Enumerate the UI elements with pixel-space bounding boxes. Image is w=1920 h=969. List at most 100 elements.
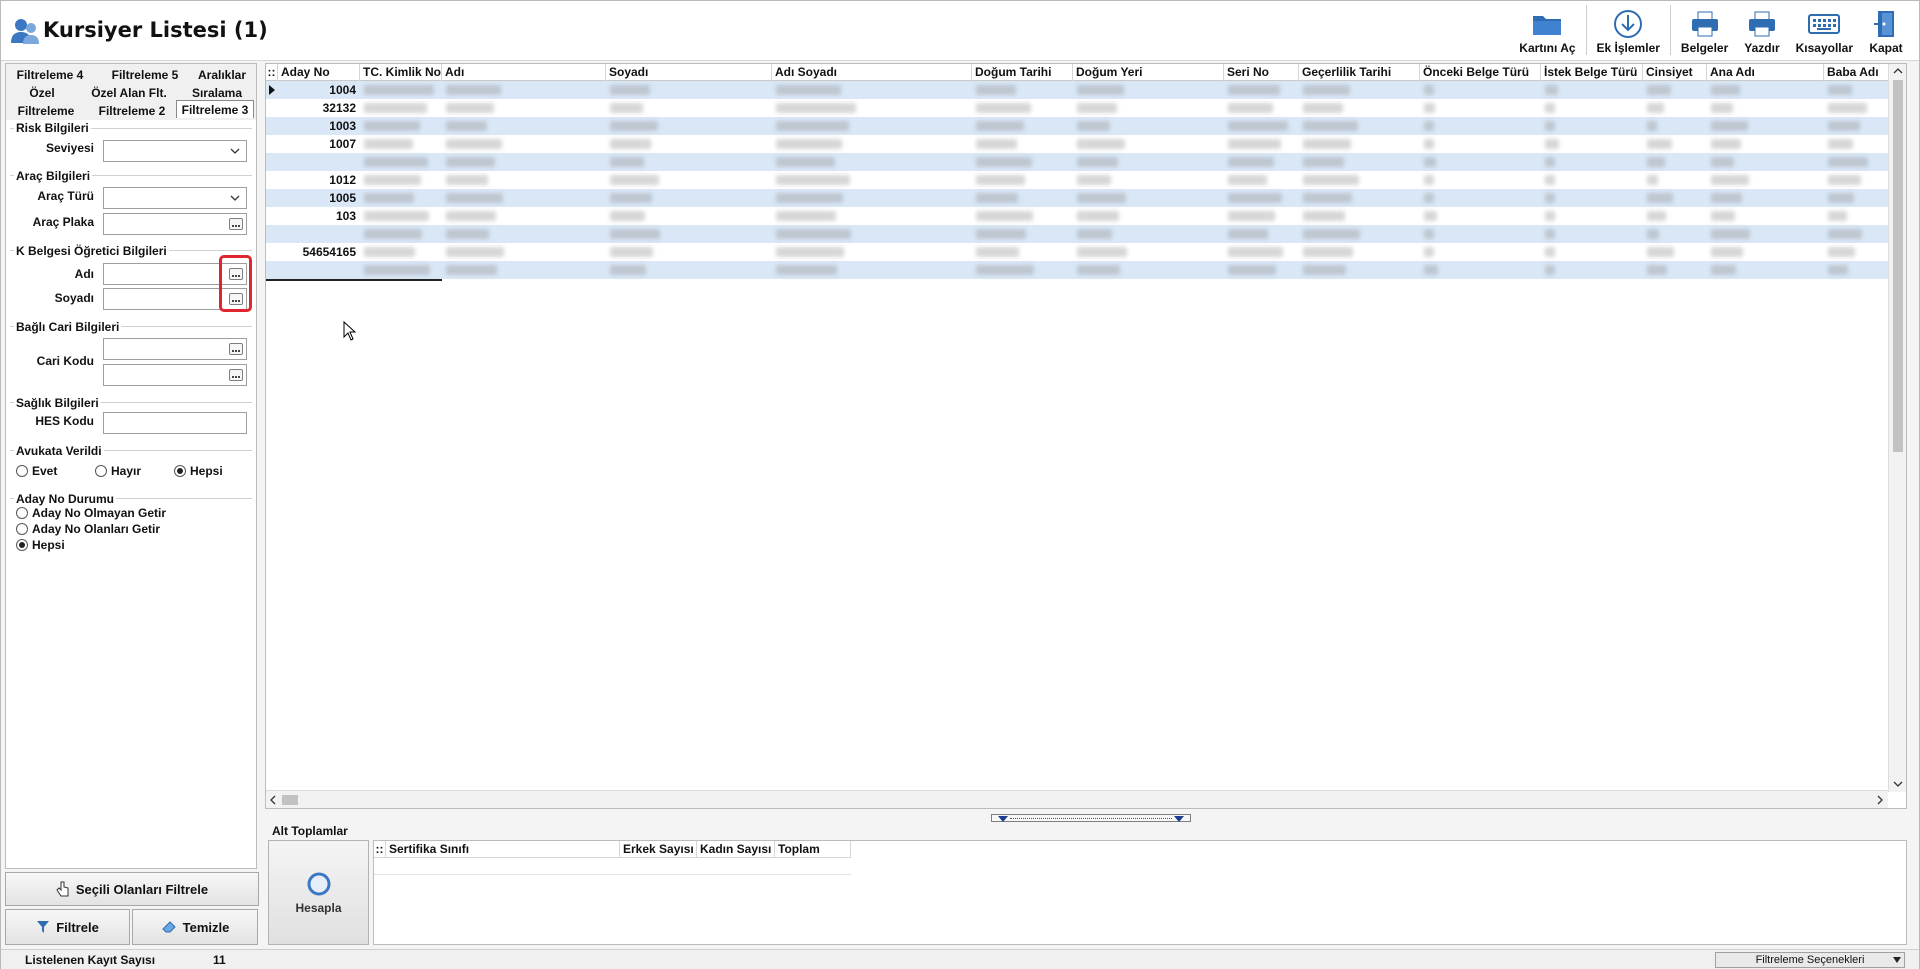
- radio-hayir[interactable]: Hayır: [95, 464, 141, 478]
- filter-selected-button[interactable]: Seçili Olanları Filtrele: [5, 872, 259, 906]
- account-code-input-1[interactable]: [103, 338, 247, 360]
- table-row[interactable]: [266, 261, 1906, 279]
- extra-actions-button[interactable]: Ek İşlemler: [1589, 5, 1668, 57]
- totals-col-toplam[interactable]: Toplam: [775, 841, 851, 858]
- tab-filtreleme[interactable]: Filtreleme: [10, 102, 82, 120]
- redacted-cell: [976, 211, 1033, 221]
- main-window: Kursiyer Listesi (1) Kartını Aç Ek İşlem…: [0, 0, 1920, 969]
- redacted-cell: [364, 265, 430, 275]
- tab-filtreleme-4[interactable]: Filtreleme 4: [10, 66, 90, 84]
- radio-evet[interactable]: Evet: [16, 464, 57, 478]
- download-circle-icon: [1614, 10, 1643, 38]
- col-adi-soyadi[interactable]: Adı Soyadı: [772, 64, 972, 81]
- table-row[interactable]: 1004: [266, 81, 1906, 99]
- chevron-down-icon[interactable]: [1893, 780, 1903, 788]
- col-soyadi[interactable]: Soyadı: [606, 64, 772, 81]
- redacted-cell: [1303, 211, 1345, 221]
- filter-button[interactable]: Filtrele: [5, 909, 130, 945]
- close-button[interactable]: Kapat: [1861, 5, 1911, 57]
- open-card-button[interactable]: Kartını Aç: [1511, 5, 1583, 57]
- table-row[interactable]: 1005: [266, 189, 1906, 207]
- chevron-up-icon[interactable]: [1893, 67, 1903, 75]
- col-gecerlilik-tarihi[interactable]: Geçerlilik Tarihi: [1299, 64, 1420, 81]
- totals-col-erkek[interactable]: Erkek Sayısı: [620, 841, 697, 858]
- table-row[interactable]: [266, 153, 1906, 171]
- redacted-cell: [446, 247, 504, 257]
- shortcuts-button[interactable]: Kısayollar: [1788, 5, 1861, 57]
- redacted-cell: [1545, 139, 1559, 149]
- totals-col-sertifika[interactable]: Sertifika Sınıfı: [386, 841, 620, 858]
- vehicle-type-dropdown[interactable]: [103, 187, 247, 209]
- col-adi[interactable]: Adı: [442, 64, 606, 81]
- aday-no-cell[interactable]: [278, 261, 360, 279]
- clear-button[interactable]: Temizle: [132, 909, 258, 945]
- aday-no-cell[interactable]: 1004: [278, 81, 360, 99]
- col-seri-no[interactable]: Seri No: [1224, 64, 1299, 81]
- radio-all-candidate[interactable]: Hepsi: [16, 538, 65, 552]
- documents-button[interactable]: Belgeler: [1673, 5, 1736, 57]
- aday-no-cell[interactable]: 103: [278, 207, 360, 225]
- aday-no-cell[interactable]: [278, 225, 360, 243]
- table-row[interactable]: 1007: [266, 135, 1906, 153]
- tab-filtreleme-2[interactable]: Filtreleme 2: [92, 102, 172, 120]
- col-tc-kimlik-no[interactable]: TC. Kimlik No: [360, 64, 442, 81]
- ellipsis-icon[interactable]: [229, 218, 243, 230]
- print-button[interactable]: Yazdır: [1736, 5, 1787, 57]
- ellipsis-icon[interactable]: [229, 343, 243, 355]
- risk-level-dropdown[interactable]: [103, 140, 247, 162]
- aday-no-cell[interactable]: 1007: [278, 135, 360, 153]
- col-onceki-belge-turu[interactable]: Önceki Belge Türü: [1420, 64, 1541, 81]
- vehicle-plate-input[interactable]: [103, 213, 247, 235]
- table-row[interactable]: 103: [266, 207, 1906, 225]
- col-cinsiyet[interactable]: Cinsiyet: [1643, 64, 1707, 81]
- table-row[interactable]: [266, 225, 1906, 243]
- redacted-cell: [1711, 211, 1735, 221]
- table-row[interactable]: 1003: [266, 117, 1906, 135]
- panel-splitter[interactable]: [991, 814, 1191, 822]
- totals-col-kadin[interactable]: Kadın Sayısı: [697, 841, 775, 858]
- aday-no-cell[interactable]: 32132: [278, 99, 360, 117]
- radio-has-candidate[interactable]: Aday No Olanları Getir: [16, 522, 160, 536]
- tab-filtreleme-3[interactable]: Filtreleme 3: [176, 100, 254, 118]
- account-code-input-2[interactable]: [103, 364, 247, 386]
- grid-corner[interactable]: ::: [266, 64, 278, 81]
- redacted-cell: [446, 175, 488, 185]
- instructor-surname-label: Soyadı: [54, 291, 94, 305]
- col-ana-adi[interactable]: Ana Adı: [1707, 64, 1824, 81]
- chevron-left-icon[interactable]: [269, 795, 277, 805]
- col-dogum-tarihi[interactable]: Doğum Tarihi: [972, 64, 1073, 81]
- col-dogum-yeri[interactable]: Doğum Yeri: [1073, 64, 1224, 81]
- filter-options-dropdown[interactable]: Filtreleme Seçenekleri: [1715, 952, 1905, 968]
- horizontal-scrollbar[interactable]: [266, 790, 1888, 808]
- risk-group-title: Risk Bilgileri: [14, 121, 91, 135]
- aday-no-cell[interactable]: 1003: [278, 117, 360, 135]
- aday-no-cell[interactable]: 1005: [278, 189, 360, 207]
- radio-no-candidate[interactable]: Aday No Olmayan Getir: [16, 506, 166, 520]
- table-row[interactable]: 1012: [266, 171, 1906, 189]
- tab-ozel[interactable]: Özel: [10, 84, 74, 102]
- aday-no-cell[interactable]: 1012: [278, 171, 360, 189]
- table-row[interactable]: 54654165: [266, 243, 1906, 261]
- chevron-right-icon[interactable]: [1876, 795, 1884, 805]
- col-istek-belge-turu[interactable]: İstek Belge Türü: [1541, 64, 1643, 81]
- horizontal-scroll-thumb[interactable]: [282, 795, 298, 805]
- redacted-cell: [610, 193, 652, 203]
- hes-code-input[interactable]: [103, 412, 247, 434]
- aday-no-cell[interactable]: 54654165: [278, 243, 360, 261]
- radio-hepsi[interactable]: Hepsi: [174, 464, 223, 478]
- filter-panel: Filtreleme 4 Filtreleme 5 Aralıklar Özel…: [5, 63, 257, 869]
- redacted-cell: [1647, 175, 1658, 185]
- tab-filtreleme-5[interactable]: Filtreleme 5: [102, 66, 188, 84]
- aday-no-cell[interactable]: [278, 153, 360, 171]
- tab-ozel-alan-flt[interactable]: Özel Alan Flt.: [84, 84, 174, 102]
- calculate-button[interactable]: Hesapla: [268, 840, 369, 945]
- ellipsis-icon[interactable]: [229, 369, 243, 381]
- totals-corner[interactable]: ::: [374, 841, 386, 858]
- vertical-scroll-thumb[interactable]: [1893, 80, 1903, 452]
- page-title: Kursiyer Listesi (1): [43, 18, 268, 42]
- tab-araliklar[interactable]: Aralıklar: [192, 66, 252, 84]
- vertical-scrollbar[interactable]: [1888, 64, 1906, 792]
- col-aday-no[interactable]: Aday No: [278, 64, 360, 81]
- keyboard-icon: [1808, 14, 1841, 34]
- table-row[interactable]: 32132: [266, 99, 1906, 117]
